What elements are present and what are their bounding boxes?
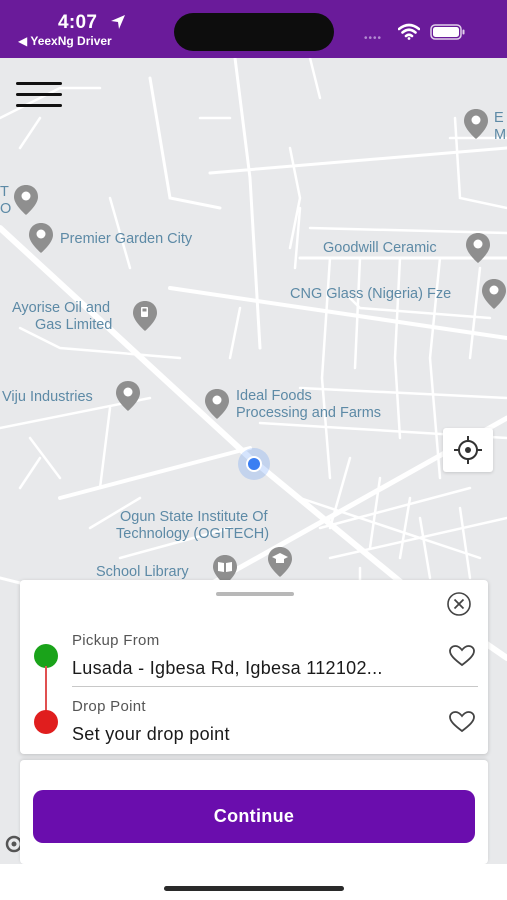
- current-location-dot: [246, 456, 262, 472]
- school-pin-icon[interactable]: [267, 546, 293, 578]
- recenter-button[interactable]: [443, 428, 493, 472]
- place-label-viju-industries[interactable]: Viju Industries: [2, 389, 93, 406]
- pickup-dot: [34, 644, 58, 668]
- map-pin-icon[interactable]: [465, 232, 491, 264]
- bottom-safe-area: [0, 864, 507, 900]
- favorite-drop-heart-icon[interactable]: [448, 710, 476, 734]
- map-pin-icon[interactable]: [481, 278, 507, 310]
- dynamic-island: [174, 13, 334, 51]
- drop-point-field[interactable]: Set your drop point: [72, 724, 230, 745]
- map-pin-icon[interactable]: [463, 108, 489, 140]
- status-bar: 4:07 ◀ YeexNg Driver ••••: [0, 0, 507, 58]
- drag-handle[interactable]: [216, 592, 294, 596]
- wifi-icon: [398, 23, 420, 40]
- place-label: O: [0, 201, 12, 217]
- place-label-ogitech[interactable]: Ogun State Institute Of: [120, 509, 268, 526]
- place-label: T: [0, 184, 9, 200]
- map-pin-icon[interactable]: [28, 222, 54, 254]
- place-label-cng-glass[interactable]: CNG Glass (Nigeria) Fze: [290, 286, 451, 303]
- continue-card: Continue: [20, 760, 488, 864]
- home-indicator[interactable]: [164, 886, 344, 891]
- place-label-ogitech[interactable]: Technology (OGITECH): [116, 526, 269, 543]
- map-pin-icon[interactable]: [115, 380, 141, 412]
- place-label: M: [494, 127, 507, 143]
- place-label-premier-garden-city[interactable]: Premier Garden City: [60, 231, 192, 248]
- place-label-ideal-foods[interactable]: Processing and Farms: [236, 405, 381, 422]
- place-label-goodwill-ceramic[interactable]: Goodwill Ceramic: [323, 240, 437, 257]
- back-to-app-link[interactable]: ◀ YeexNg Driver: [18, 34, 112, 48]
- place-label-ayorise-oil[interactable]: Gas Limited: [35, 317, 112, 334]
- battery-icon: [430, 24, 465, 40]
- pickup-address-field[interactable]: Lusada - Igbesa Rd, Igbesa 112102...: [72, 658, 383, 679]
- drop-dot: [34, 710, 58, 734]
- place-label: E: [494, 110, 504, 126]
- place-label-ayorise-oil[interactable]: Ayorise Oil and: [12, 300, 110, 317]
- cell-signal-icon: ••••: [364, 33, 383, 44]
- current-location-marker: [238, 448, 270, 480]
- location-arrow-icon: [111, 15, 125, 29]
- route-card: Pickup From Lusada - Igbesa Rd, Igbesa 1…: [20, 580, 488, 754]
- drop-label: Drop Point: [72, 698, 146, 715]
- route-connector-line: [45, 666, 47, 712]
- app-screen: 4:07 ◀ YeexNg Driver •••• E M T O Premie…: [0, 0, 507, 900]
- continue-button[interactable]: Continue: [33, 790, 475, 843]
- map-pin-icon[interactable]: [204, 388, 230, 420]
- crosshair-icon: [454, 436, 482, 464]
- hamburger-menu-icon[interactable]: [16, 80, 62, 110]
- status-time: 4:07: [58, 12, 98, 33]
- fuel-station-pin-icon[interactable]: [132, 300, 158, 332]
- field-divider: [72, 686, 478, 687]
- favorite-pickup-heart-icon[interactable]: [448, 644, 476, 668]
- map-pin-icon[interactable]: [13, 184, 39, 216]
- close-icon[interactable]: [445, 590, 473, 618]
- place-label-school-library[interactable]: School Library: [96, 564, 189, 581]
- place-label-ideal-foods[interactable]: Ideal Foods: [236, 388, 312, 405]
- pickup-label: Pickup From: [72, 632, 160, 649]
